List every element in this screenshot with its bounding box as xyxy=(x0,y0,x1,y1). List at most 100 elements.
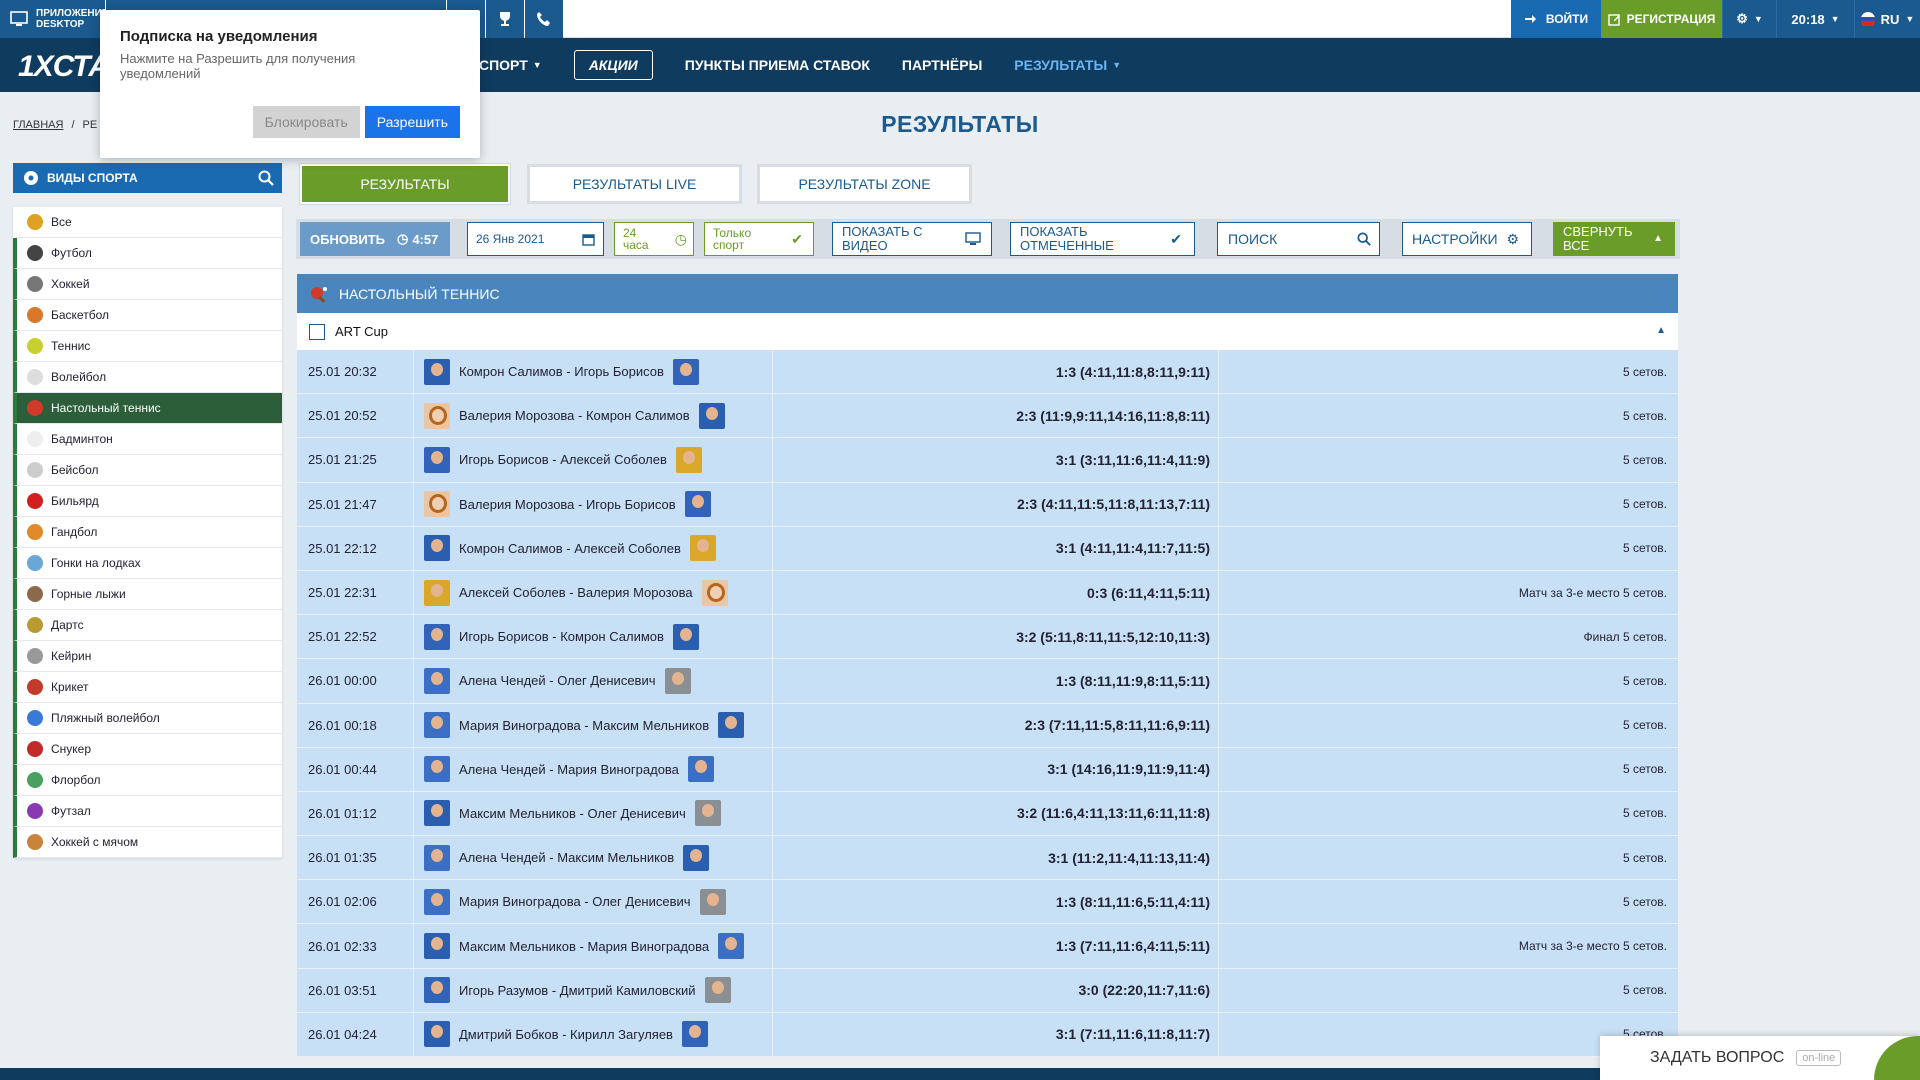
sidebar-item[interactable]: Флорбол xyxy=(13,765,282,796)
match-info: 5 сетов. xyxy=(1622,673,1667,688)
table-row[interactable]: 25.01 21:25 Игорь Борисов - Алексей Собол… xyxy=(297,438,1678,483)
refresh-button[interactable]: ОБНОВИТЬ ◷ 4:57 xyxy=(300,222,450,256)
match-info: 5 сетов. xyxy=(1622,894,1667,909)
table-row[interactable]: 26.01 00:44 Алена Чендей - Мария Виноград… xyxy=(297,747,1678,792)
monitor-icon xyxy=(10,11,28,26)
sport-icon xyxy=(27,214,43,230)
popup-title: Подписка на уведомления xyxy=(120,28,318,45)
sidebar-item[interactable]: Волейбол xyxy=(13,362,282,393)
sidebar-item[interactable]: Бадминтон xyxy=(13,424,282,455)
sidebar-item[interactable]: Дартс xyxy=(13,610,282,641)
soccer-ball-icon xyxy=(24,171,38,185)
match-score: 3:1 (11:2,11:4,11:13,11:4) xyxy=(773,836,1219,880)
table-row[interactable]: 26.01 02:06 Мария Виноградова - Олег Дени… xyxy=(297,880,1678,925)
match-players: Игорь Борисов - Алексей Соболев xyxy=(459,452,667,468)
sidebar-item[interactable]: Баскетбол xyxy=(13,300,282,331)
sport-header[interactable]: НАСТОЛЬНЫЙ ТЕННИС xyxy=(297,274,1678,313)
sidebar-item[interactable]: Крикет xyxy=(13,672,282,703)
nav-sport[interactable]: РСПОРТ ▼ xyxy=(470,57,542,73)
search-input[interactable]: ПОИСК xyxy=(1217,222,1380,256)
sidebar-item[interactable]: Снукер xyxy=(13,734,282,765)
date-picker[interactable]: 26 Янв 2021 xyxy=(467,222,604,256)
player-avatar xyxy=(675,446,702,473)
nav-betting-points[interactable]: ПУНКТЫ ПРИЕМА СТАВОК xyxy=(685,57,870,73)
table-row[interactable]: 25.01 20:52 Валерия Морозова - Комрон Сал… xyxy=(297,394,1678,439)
player-avatar xyxy=(424,358,450,385)
sidebar-item[interactable]: Хоккей xyxy=(13,269,282,300)
sport-icon xyxy=(27,462,43,478)
player-avatar xyxy=(424,712,450,739)
player-avatar xyxy=(681,1021,708,1048)
settings-button[interactable]: НАСТРОЙКИ ⚙ xyxy=(1402,222,1532,256)
tab-results[interactable]: РЕЗУЛЬТАТЫ xyxy=(300,164,510,204)
match-score: 3:1 (3:11,11:6,11:4,11:9) xyxy=(773,438,1219,482)
table-row[interactable]: 25.01 22:12 Комрон Салимов - Алексей Собо… xyxy=(297,526,1678,571)
sidebar-item[interactable]: Бейсбол xyxy=(13,455,282,486)
match-players: Алена Чендей - Максим Мельников xyxy=(459,850,675,866)
nav-results[interactable]: РЕЗУЛЬТАТЫ ▼ xyxy=(1014,57,1121,73)
sidebar-item[interactable]: Футзал xyxy=(13,796,282,827)
player-avatar xyxy=(718,933,745,960)
phone-button[interactable] xyxy=(525,0,563,38)
table-row[interactable]: 26.01 00:00 Алена Чендей - Олег Денисевич… xyxy=(297,659,1678,704)
sports-list: Все Футбол Хоккей Баскетбол Теннис Волейбол На… xyxy=(13,207,282,858)
table-row[interactable]: 26.01 00:18 Мария Виноградова - Максим Ме… xyxy=(297,703,1678,748)
table-row[interactable]: 25.01 22:52 Игорь Борисов - Комрон Салимо… xyxy=(297,615,1678,660)
sidebar-item[interactable]: Пляжный волейбол xyxy=(13,703,282,734)
chevron-up-icon[interactable] xyxy=(1874,1036,1920,1080)
player-avatar xyxy=(424,402,450,429)
register-button[interactable]: РЕГИСТРАЦИЯ xyxy=(1601,0,1722,38)
match-players: Алена Чендей - Мария Виноградова xyxy=(459,761,679,777)
ask-question-widget[interactable]: ЗАДАТЬ ВОПРОС on-line xyxy=(1600,1036,1920,1080)
allow-button[interactable]: Разрешить xyxy=(364,106,460,138)
show-with-video-button[interactable]: ПОКАЗАТЬ С ВИДЕО xyxy=(832,222,992,256)
sidebar-item[interactable]: Футбол xyxy=(13,238,282,269)
search-icon[interactable] xyxy=(258,170,274,186)
collapse-all-button[interactable]: СВЕРНУТЬ ВСЕ ▲ xyxy=(1553,222,1675,256)
tab-results-live[interactable]: РЕЗУЛЬТАТЫ LIVE xyxy=(527,164,742,204)
show-marked-button[interactable]: ПОКАЗАТЬ ОТМЕЧЕННЫЕ ✔ xyxy=(1010,222,1195,256)
sidebar-item[interactable]: Гандбол xyxy=(13,517,282,548)
sidebar-item[interactable]: Кейрин xyxy=(13,641,282,672)
site-logo[interactable]: 1XСТА xyxy=(18,50,110,84)
nav-partners[interactable]: ПАРТНЁРЫ xyxy=(902,57,982,73)
sidebar-item[interactable]: Бильярд xyxy=(13,486,282,517)
sidebar-item[interactable]: Все xyxy=(13,207,282,238)
sidebar-item[interactable]: Гонки на лодках xyxy=(13,548,282,579)
player-avatar xyxy=(672,358,699,385)
app-label-1: ПРИЛОЖЕНИЕ xyxy=(36,8,109,19)
match-players: Максим Мельников - Олег Денисевич xyxy=(459,805,686,821)
trophy-button[interactable] xyxy=(486,0,524,38)
chevron-up-icon[interactable]: ▲ xyxy=(1656,325,1666,336)
24-hours-toggle[interactable]: 24 часа ◷ xyxy=(614,222,694,256)
block-button[interactable]: Блокировать xyxy=(252,106,360,138)
table-row[interactable]: 25.01 21:47 Валерия Морозова - Игорь Бори… xyxy=(297,482,1678,527)
table-row[interactable]: 26.01 02:33 Максим Мельников - Мария Вино… xyxy=(297,924,1678,969)
sidebar-item-label: Пляжный волейбол xyxy=(51,711,160,725)
table-row[interactable]: 25.01 22:31 Алексей Соболев - Валерия Мор… xyxy=(297,570,1678,616)
match-time: 26.01 01:12 xyxy=(297,791,414,836)
tab-results-zone[interactable]: РЕЗУЛЬТАТЫ ZONE xyxy=(757,164,972,204)
table-row[interactable]: 25.01 20:32 Комрон Салимов - Игорь Борисо… xyxy=(297,350,1678,395)
login-button[interactable]: ВОЙТИ xyxy=(1511,0,1601,38)
only-sport-toggle[interactable]: Только спорт ✔ xyxy=(704,222,814,256)
language-dropdown[interactable]: RU ▼ xyxy=(1854,0,1920,38)
time-dropdown[interactable]: 20:18 ▼ xyxy=(1776,0,1854,38)
sidebar-item[interactable]: Теннис xyxy=(13,331,282,362)
settings-dropdown[interactable]: ⚙ ▼ xyxy=(1722,0,1776,38)
sidebar-item[interactable]: Хоккей с мячом xyxy=(13,827,282,858)
breadcrumb-home[interactable]: ГЛАВНАЯ xyxy=(13,119,63,131)
table-row[interactable]: 26.01 03:51 Игорь Разумов - Дмитрий Камил… xyxy=(297,968,1678,1013)
table-row[interactable]: 26.01 04:24 Дмитрий Бобков - Кирилл Загул… xyxy=(297,1012,1678,1057)
nav-promotions[interactable]: АКЦИИ xyxy=(573,50,653,80)
sidebar-item[interactable]: Настольный теннис xyxy=(13,393,282,424)
sidebar-item[interactable]: Горные лыжи xyxy=(13,579,282,610)
desktop-app-button[interactable]: ПРИЛОЖЕНИЕ DESKTOP xyxy=(0,0,109,38)
tournament-checkbox[interactable] xyxy=(309,323,325,340)
sport-icon xyxy=(27,555,43,571)
gear-icon: ⚙ xyxy=(1506,230,1519,247)
table-row[interactable]: 26.01 01:35 Алена Чендей - Максим Мельник… xyxy=(297,836,1678,881)
tournament-row[interactable]: ART Cup ▲ xyxy=(297,313,1678,350)
player-avatar xyxy=(424,844,450,871)
table-row[interactable]: 26.01 01:12 Максим Мельников - Олег Денис… xyxy=(297,791,1678,837)
